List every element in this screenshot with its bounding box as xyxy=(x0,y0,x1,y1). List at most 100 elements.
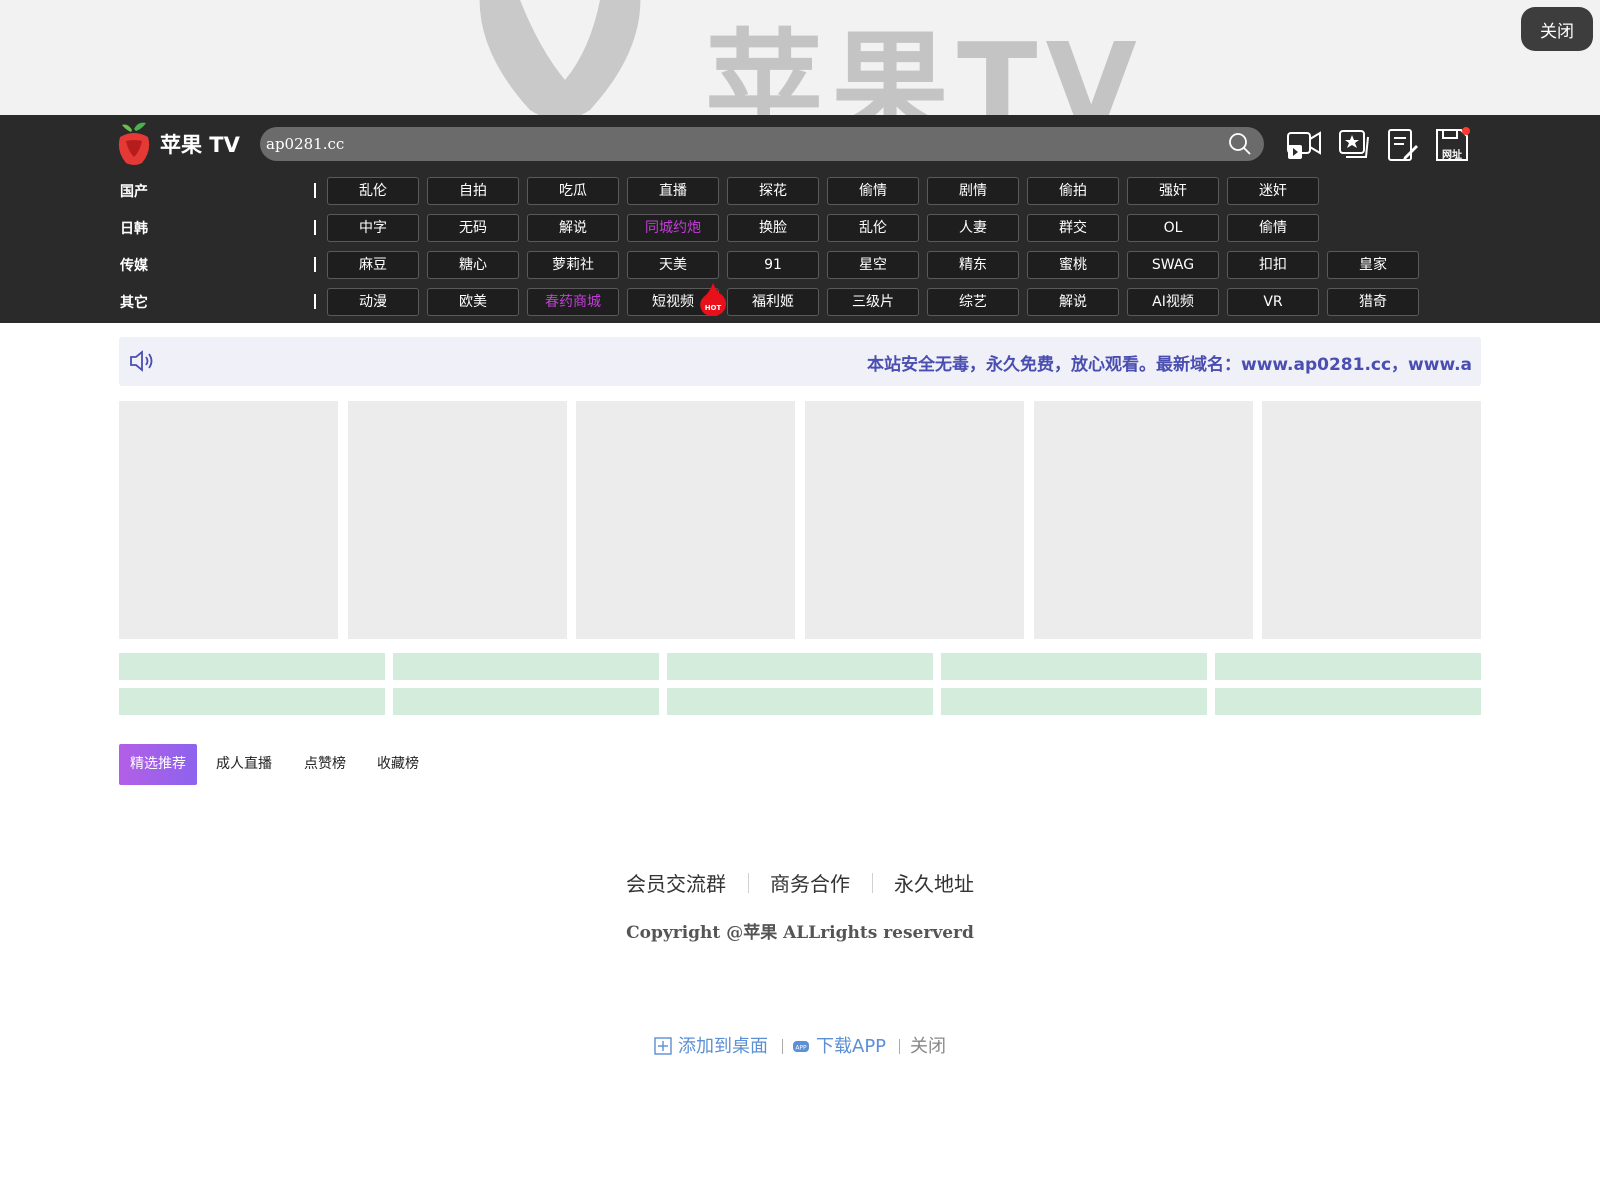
link-placeholder-bar[interactable] xyxy=(667,653,933,680)
category-tag-highlight[interactable]: 春药商城 xyxy=(527,288,619,316)
tab-favorites-ranking[interactable]: 收藏榜 xyxy=(377,744,419,785)
video-camera-icon[interactable] xyxy=(1286,127,1322,163)
category-tag[interactable]: 解说 xyxy=(1027,288,1119,316)
footer-divider xyxy=(748,873,749,893)
site-logo[interactable]: 苹果 TV xyxy=(116,119,246,169)
category-nav: 国产 乱伦 自拍 吃瓜 直播 探花 偷情 剧情 偷拍 强奸 迷奸 日韩 中字 无… xyxy=(0,173,1600,323)
category-tag[interactable]: 偷情 xyxy=(827,177,919,205)
category-row-japan-korea: 日韩 中字 无码 解说 同城约炮 换脸 乱伦 人妻 群交 OL 偷情 xyxy=(0,210,1600,246)
video-thumbnail-placeholder[interactable] xyxy=(576,401,795,639)
bottom-divider xyxy=(782,1039,783,1054)
app-download-icon: APP xyxy=(793,1041,809,1052)
category-tag[interactable]: 综艺 xyxy=(927,288,1019,316)
category-tag[interactable]: 群交 xyxy=(1027,214,1119,242)
apple-logo-icon xyxy=(118,122,150,165)
category-tag[interactable]: OL xyxy=(1127,214,1219,242)
category-tag[interactable]: 探花 xyxy=(727,177,819,205)
category-tag[interactable]: 无码 xyxy=(427,214,519,242)
search-icon[interactable] xyxy=(1228,132,1252,156)
category-tag[interactable]: AI视频 xyxy=(1127,288,1219,316)
link-placeholder-bar[interactable] xyxy=(1215,688,1481,715)
apple-logo-watermark-icon xyxy=(479,0,641,115)
category-tag[interactable]: 偷拍 xyxy=(1027,177,1119,205)
category-divider xyxy=(314,257,316,272)
category-tag[interactable]: 精东 xyxy=(927,251,1019,279)
logo-text: 苹果 TV xyxy=(160,133,240,157)
link-placeholder-bar[interactable] xyxy=(393,653,659,680)
link-placeholder-bar[interactable] xyxy=(667,688,933,715)
category-tag[interactable]: 强奸 xyxy=(1127,177,1219,205)
category-tag[interactable]: 吃瓜 xyxy=(527,177,619,205)
footer-link-permanent-address[interactable]: 永久地址 xyxy=(894,868,974,897)
link-placeholder-bar[interactable] xyxy=(119,653,385,680)
category-tag[interactable]: 剧情 xyxy=(927,177,1019,205)
category-tag[interactable]: 91 xyxy=(727,251,819,279)
category-label: 传媒 xyxy=(120,258,148,274)
footer-link-member-group[interactable]: 会员交流群 xyxy=(626,868,726,897)
category-tag[interactable]: 乱伦 xyxy=(827,214,919,242)
footer-divider xyxy=(872,873,873,893)
category-tag[interactable]: 自拍 xyxy=(427,177,519,205)
category-tag[interactable]: 猎奇 xyxy=(1327,288,1419,316)
tab-likes-ranking[interactable]: 点赞榜 xyxy=(304,744,346,785)
category-tag[interactable]: 直播 xyxy=(627,177,719,205)
link-placeholder-bar[interactable] xyxy=(1215,653,1481,680)
video-thumbnail-placeholder[interactable] xyxy=(348,401,567,639)
category-tag[interactable]: 皇家 xyxy=(1327,251,1419,279)
bottom-divider xyxy=(899,1039,900,1054)
tab-featured[interactable]: 精选推荐 xyxy=(119,744,197,785)
search-box xyxy=(260,127,1264,161)
footer-link-business[interactable]: 商务合作 xyxy=(770,868,850,897)
category-tag[interactable]: 三级片 xyxy=(827,288,919,316)
category-row-other: 其它 动漫 欧美 春药商城 短视频 福利姬 三级片 综艺 解说 AI视频 VR … xyxy=(0,284,1600,320)
category-tag[interactable]: 解说 xyxy=(527,214,619,242)
add-to-desktop-link[interactable]: 添加到桌面 xyxy=(678,1032,768,1058)
category-tag[interactable]: 换脸 xyxy=(727,214,819,242)
link-placeholder-bar[interactable] xyxy=(393,688,659,715)
search-input[interactable] xyxy=(266,127,1206,161)
category-tag[interactable]: VR xyxy=(1227,288,1319,316)
category-tag[interactable]: 乱伦 xyxy=(327,177,419,205)
link-placeholder-bar[interactable] xyxy=(941,653,1207,680)
video-thumbnail-placeholder[interactable] xyxy=(1262,401,1481,639)
category-row-media: 传媒 麻豆 糖心 萝莉社 天美 91 星空 精东 蜜桃 SWAG 扣扣 皇家 xyxy=(0,247,1600,283)
speaker-icon xyxy=(130,350,153,372)
bottom-action-bar: 添加到桌面 APP 下载APP 关闭 xyxy=(650,1032,970,1060)
edit-note-icon[interactable] xyxy=(1384,127,1420,163)
category-tag[interactable]: 福利姬 xyxy=(727,288,819,316)
video-thumbnail-placeholder[interactable] xyxy=(119,401,338,639)
category-tag[interactable]: 人妻 xyxy=(927,214,1019,242)
link-placeholder-bar[interactable] xyxy=(941,688,1207,715)
banner-brand-text: 苹果TV xyxy=(705,17,1145,115)
tab-live[interactable]: 成人直播 xyxy=(216,744,272,785)
category-tag[interactable]: 糖心 xyxy=(427,251,519,279)
category-tag[interactable]: 偷情 xyxy=(1227,214,1319,242)
header-bar: 苹果 TV 网址 xyxy=(0,115,1600,173)
category-tag[interactable]: 麻豆 xyxy=(327,251,419,279)
download-app-link[interactable]: 下载APP xyxy=(816,1032,886,1058)
category-divider xyxy=(314,183,316,198)
banner-close-button[interactable]: 关闭 xyxy=(1521,7,1593,51)
copyright-text: Copyright @苹果 ALLrights reserverd xyxy=(626,923,974,943)
category-tag[interactable]: 蜜桃 xyxy=(1027,251,1119,279)
link-placeholder-bar[interactable] xyxy=(119,688,385,715)
video-thumbnail-placeholder[interactable] xyxy=(1034,401,1253,639)
save-url-label: 网址 xyxy=(1442,150,1462,161)
category-tag[interactable]: 迷奸 xyxy=(1227,177,1319,205)
notice-text: 本站安全无毒，永久免费，放心观看。最新域名：www.ap0281.cc，www.… xyxy=(867,355,1473,375)
category-tag[interactable]: 萝莉社 xyxy=(527,251,619,279)
category-label: 国产 xyxy=(120,184,148,200)
category-tag[interactable]: 中字 xyxy=(327,214,419,242)
bottom-bar-close-link[interactable]: 关闭 xyxy=(910,1032,946,1058)
category-divider xyxy=(314,294,316,309)
notice-marquee: 本站安全无毒，永久免费，放心观看。最新域名：www.ap0281.cc，www.… xyxy=(119,337,1481,386)
category-tag[interactable]: 天美 xyxy=(627,251,719,279)
category-tag[interactable]: 欧美 xyxy=(427,288,519,316)
category-tag[interactable]: 动漫 xyxy=(327,288,419,316)
category-tag[interactable]: SWAG xyxy=(1127,251,1219,279)
category-tag-highlight[interactable]: 同城约炮 xyxy=(627,214,719,242)
category-tag[interactable]: 星空 xyxy=(827,251,919,279)
video-thumbnail-placeholder[interactable] xyxy=(805,401,1024,639)
star-cards-icon[interactable] xyxy=(1336,127,1372,163)
category-tag[interactable]: 扣扣 xyxy=(1227,251,1319,279)
